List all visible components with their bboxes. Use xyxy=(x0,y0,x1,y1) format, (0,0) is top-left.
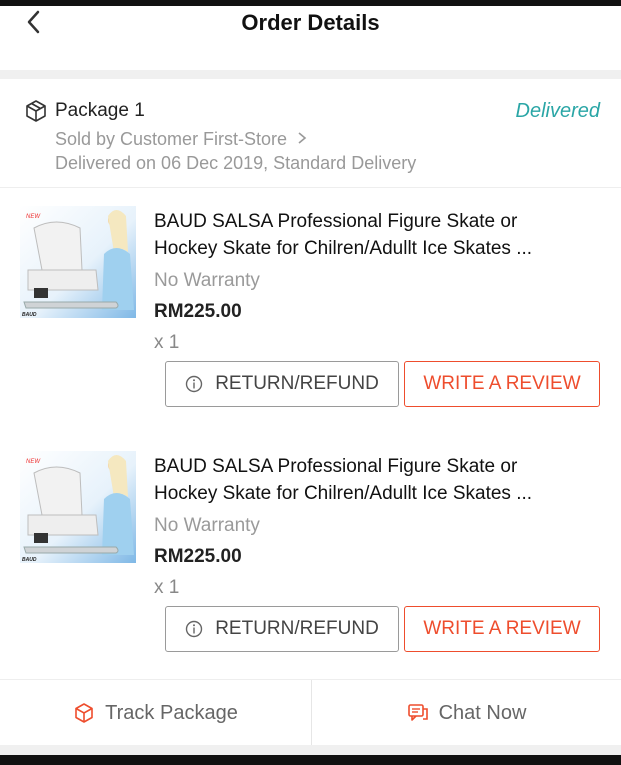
delivery-info: Delivered on 06 Dec 2019, Standard Deliv… xyxy=(55,153,417,173)
write-review-button[interactable]: WRITE A REVIEW xyxy=(404,361,600,407)
track-package-button[interactable]: Track Package xyxy=(0,680,311,746)
write-review-button[interactable]: WRITE A REVIEW xyxy=(404,606,600,652)
product-name[interactable]: BAUD SALSA Professional Figure Skate or … xyxy=(154,208,594,262)
brand-logo: BAUD xyxy=(22,312,37,318)
chat-now-button[interactable]: Chat Now xyxy=(312,680,621,746)
new-badge: NEW xyxy=(26,459,41,465)
seller-label: Sold by Customer First-Store xyxy=(55,129,288,149)
bottom-spacer xyxy=(0,745,621,755)
return-refund-label: RETURN/REFUND xyxy=(215,373,379,394)
box-icon xyxy=(26,100,46,122)
return-refund-button[interactable]: RETURN/REFUND xyxy=(165,361,399,407)
return-refund-button[interactable]: RETURN/REFUND xyxy=(165,606,399,652)
package-header: Package 1 Delivered Sold by Customer Fir… xyxy=(0,79,621,188)
seller-link[interactable]: Sold by Customer First-Store xyxy=(55,129,308,150)
price: RM225.00 xyxy=(154,546,242,567)
write-review-label: WRITE A REVIEW xyxy=(423,618,581,639)
price: RM225.00 xyxy=(154,301,242,322)
quantity: x 1 xyxy=(154,577,180,598)
brand-logo: BAUD xyxy=(22,557,37,563)
info-icon xyxy=(185,620,203,638)
bottom-bar xyxy=(0,755,621,765)
write-review-label: WRITE A REVIEW xyxy=(423,373,581,394)
product-thumbnail[interactable]: NEW BAUD xyxy=(20,206,136,318)
section-divider xyxy=(0,70,621,79)
warranty-label: No Warranty xyxy=(154,515,260,536)
info-icon xyxy=(185,375,203,393)
header: Order Details xyxy=(0,6,621,70)
page-title: Order Details xyxy=(241,10,380,35)
quantity: x 1 xyxy=(154,332,180,353)
new-badge: NEW xyxy=(26,214,41,220)
product-name[interactable]: BAUD SALSA Professional Figure Skate or … xyxy=(154,453,594,507)
footer-actions: Track Package Chat Now xyxy=(0,679,621,746)
package-title: Package 1 xyxy=(55,100,145,121)
package-status: Delivered xyxy=(515,100,600,122)
list-item: NEW BAUD BAUD SALSA Professional Figure … xyxy=(0,188,621,418)
package-track-icon xyxy=(75,703,93,723)
product-thumbnail[interactable]: NEW BAUD xyxy=(20,451,136,563)
list-item: NEW BAUD BAUD SALSA Professional Figure … xyxy=(0,433,621,663)
chat-icon xyxy=(407,704,428,721)
return-refund-label: RETURN/REFUND xyxy=(215,618,379,639)
chevron-right-icon xyxy=(298,132,307,144)
chat-now-label: Chat Now xyxy=(438,701,527,724)
warranty-label: No Warranty xyxy=(154,270,260,291)
track-package-label: Track Package xyxy=(105,701,238,724)
